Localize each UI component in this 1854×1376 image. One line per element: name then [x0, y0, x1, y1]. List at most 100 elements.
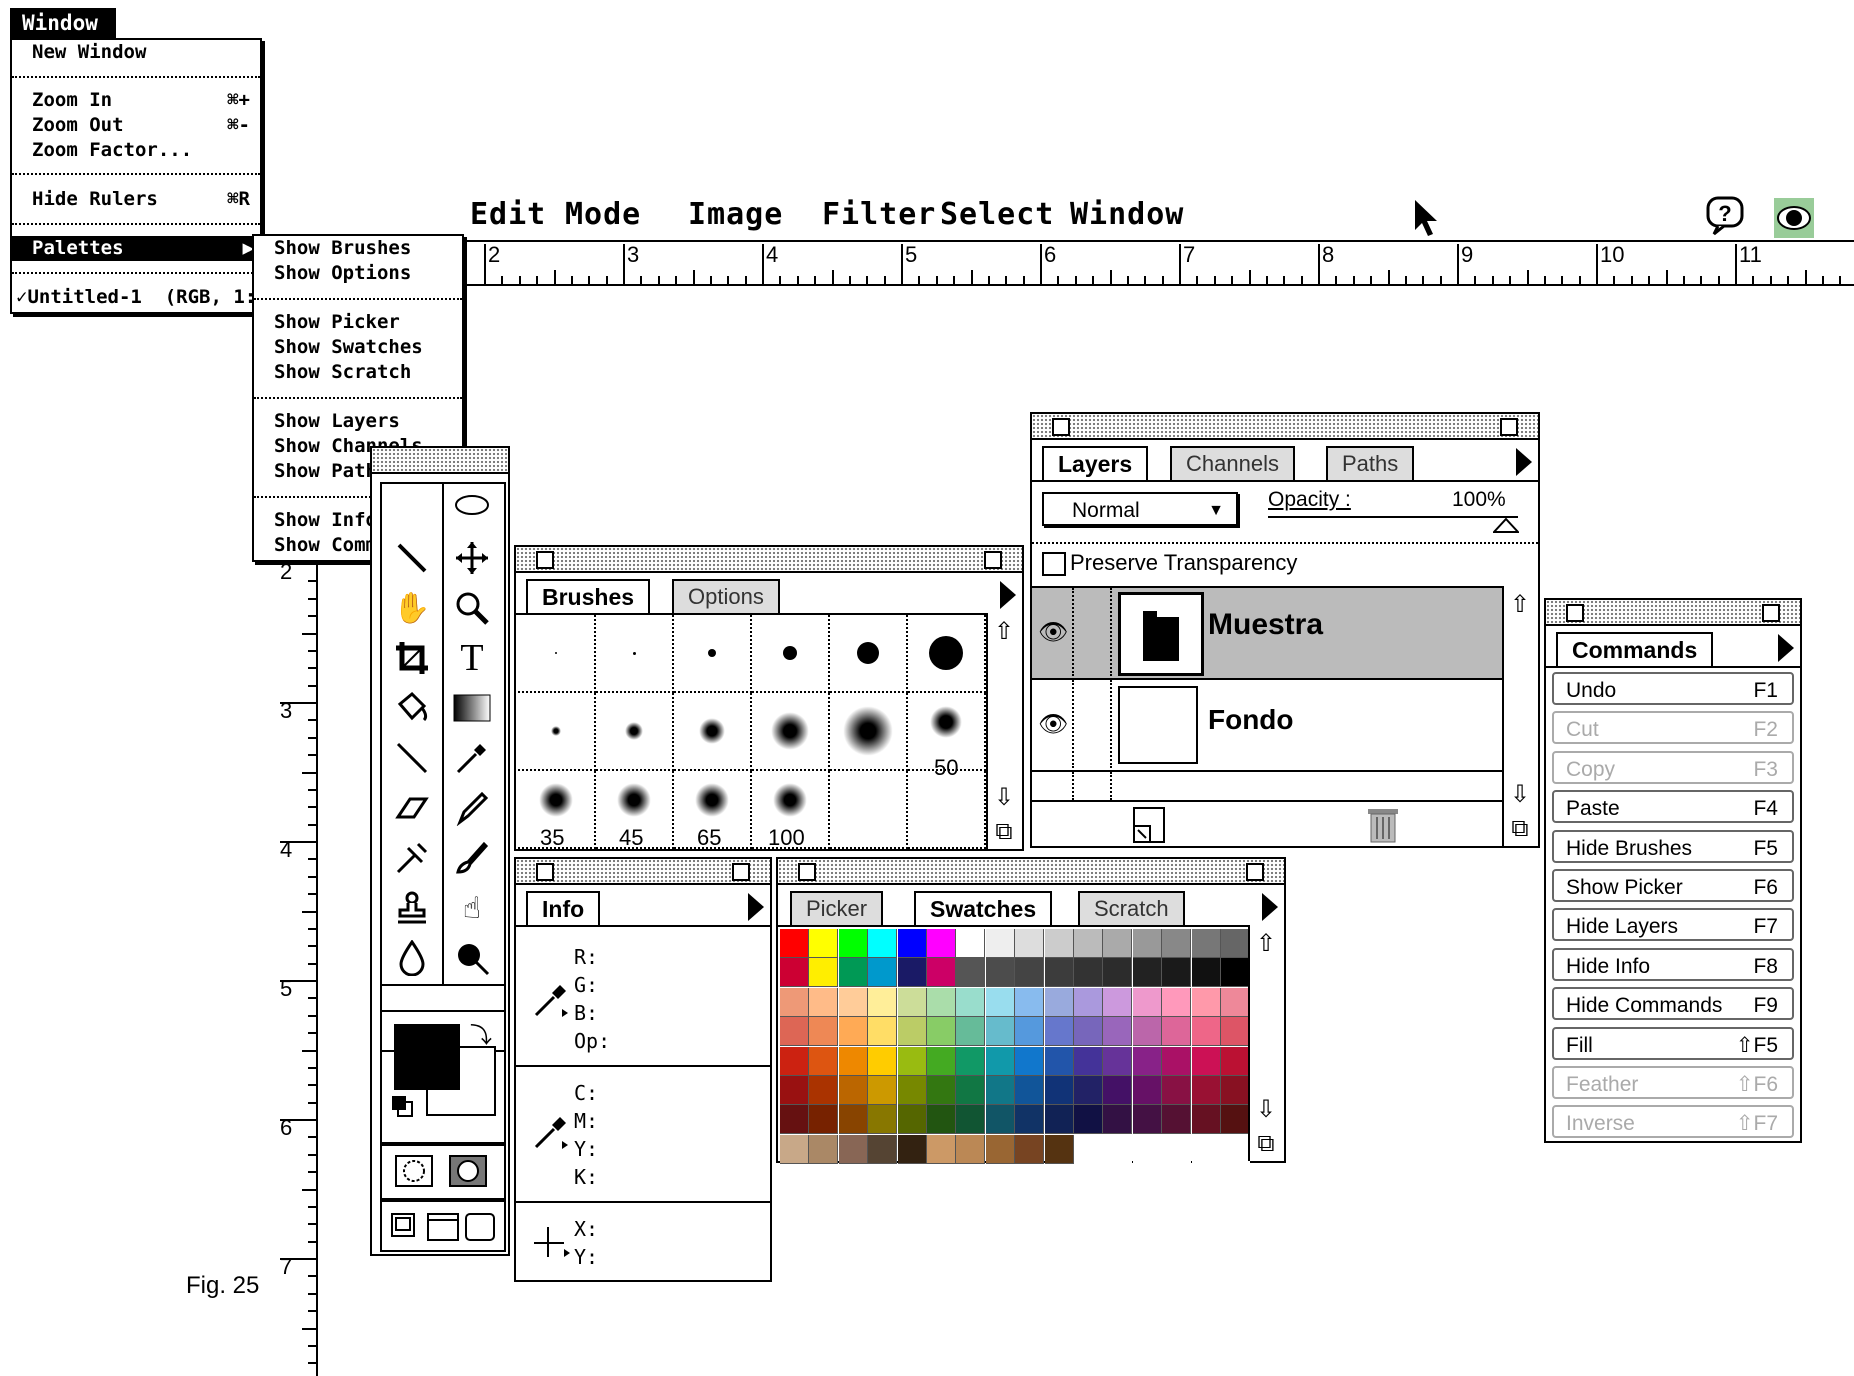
screen-mode-icons[interactable]	[390, 1210, 496, 1248]
color-swatch[interactable]	[809, 1017, 839, 1047]
color-swatch[interactable]	[1015, 929, 1045, 958]
color-swatch[interactable]	[780, 1105, 809, 1135]
brush-cell[interactable]	[674, 693, 752, 771]
color-swatch[interactable]	[985, 929, 1015, 958]
color-swatch[interactable]	[1162, 1105, 1192, 1135]
color-swatch[interactable]	[809, 987, 839, 1017]
blur-tool-icon[interactable]	[386, 934, 438, 982]
commands-titlebar[interactable]	[1546, 600, 1800, 626]
color-swatch[interactable]	[1221, 958, 1250, 988]
hand-tool-icon[interactable]: ✋	[386, 584, 438, 632]
command-button-copy[interactable]: Copy F3	[1552, 750, 1794, 784]
brush-cell[interactable]	[908, 615, 986, 693]
tab-info[interactable]: Info	[526, 891, 601, 925]
standard-mode-icon[interactable]	[394, 1154, 434, 1194]
color-swatch[interactable]	[1074, 1076, 1103, 1105]
color-swatch[interactable]	[985, 1076, 1015, 1105]
palette-menu-arrow-icon[interactable]	[748, 893, 764, 921]
color-swatch[interactable]	[927, 987, 956, 1017]
command-button-undo[interactable]: Undo F1	[1552, 672, 1794, 705]
tab-picker[interactable]: Picker	[790, 891, 884, 925]
color-swatch[interactable]	[897, 1105, 927, 1135]
color-swatch[interactable]	[1162, 1076, 1192, 1105]
help-icon[interactable]: ?	[1706, 196, 1744, 236]
color-swatch[interactable]	[1132, 1134, 1162, 1164]
color-swatch[interactable]	[1191, 929, 1221, 958]
brush-cell[interactable]	[830, 615, 908, 693]
color-swatch[interactable]	[985, 987, 1015, 1017]
color-swatch[interactable]	[1074, 1134, 1103, 1164]
zoom-box-icon[interactable]	[1500, 418, 1518, 436]
brushes-scrollbar[interactable]: ⇧ ⇩ ⧉	[986, 613, 1022, 849]
command-button-fill[interactable]: Fill ⇧F5	[1552, 1026, 1794, 1060]
color-swatch[interactable]	[927, 1046, 956, 1076]
color-swatch[interactable]	[868, 987, 898, 1017]
color-swatch[interactable]	[1103, 987, 1133, 1017]
color-swatch[interactable]	[1162, 958, 1192, 988]
color-swatch[interactable]	[838, 1046, 868, 1076]
zoom-factor-item[interactable]: Zoom Factor...	[12, 138, 260, 163]
eye-visibility-icon[interactable]: 👁	[1038, 710, 1068, 738]
layers-scrollbar[interactable]: ⇧ ⇩ ⧉	[1502, 586, 1538, 846]
color-swatch[interactable]	[780, 1076, 809, 1105]
color-swatch[interactable]	[956, 987, 986, 1017]
menu-image[interactable]: Image	[688, 197, 783, 232]
brush-cell[interactable]	[830, 771, 908, 849]
zoom-out-item[interactable]: Zoom Out ⌘-	[12, 113, 260, 138]
paintbrush-tool-icon[interactable]	[446, 834, 498, 882]
zoom-in-item[interactable]: Zoom In ⌘+	[12, 88, 260, 113]
scroll-down-icon[interactable]: ⇩	[1252, 1095, 1280, 1123]
tab-paths[interactable]: Paths	[1326, 446, 1415, 480]
color-swatch[interactable]	[1044, 987, 1074, 1017]
resize-icon[interactable]: ⧉	[990, 817, 1018, 845]
color-swatch[interactable]	[1132, 958, 1162, 988]
tab-commands[interactable]: Commands	[1556, 632, 1714, 666]
color-swatch[interactable]	[897, 1046, 927, 1076]
color-swatch[interactable]	[868, 1134, 898, 1164]
color-swatch[interactable]	[1221, 1046, 1250, 1076]
color-swatch[interactable]	[897, 1134, 927, 1164]
color-swatch[interactable]	[1044, 929, 1074, 958]
command-button-feather[interactable]: Feather ⇧F6	[1552, 1066, 1794, 1099]
layers-titlebar[interactable]	[1032, 414, 1538, 440]
color-swatch[interactable]	[1191, 987, 1221, 1017]
color-swatch[interactable]	[1044, 1046, 1074, 1076]
menu-filter[interactable]: Filter	[822, 197, 936, 232]
color-swatch[interactable]	[1103, 1017, 1133, 1047]
color-swatch[interactable]	[1044, 958, 1074, 988]
swap-colors-icon[interactable]: ⤵	[470, 1018, 492, 1050]
paint-bucket-tool-icon[interactable]	[386, 684, 438, 732]
color-swatch[interactable]	[1015, 1076, 1045, 1105]
color-swatch[interactable]	[1074, 1105, 1103, 1135]
color-swatch[interactable]	[956, 958, 986, 988]
palette-menu-arrow-icon[interactable]	[1516, 448, 1532, 476]
rubber-stamp-tool-icon[interactable]	[386, 884, 438, 932]
scroll-down-icon[interactable]: ⇩	[990, 783, 1018, 811]
color-swatch[interactable]	[1132, 1076, 1162, 1105]
color-swatch[interactable]	[780, 1134, 809, 1164]
color-swatch[interactable]	[985, 958, 1015, 988]
color-swatch[interactable]	[780, 1017, 809, 1047]
color-swatch[interactable]	[1162, 1017, 1192, 1047]
lasso-tool-icon[interactable]	[446, 484, 498, 532]
quick-mask-icon[interactable]	[448, 1154, 488, 1194]
zoom-box-icon[interactable]	[1246, 863, 1264, 881]
hide-rulers-item[interactable]: Hide Rulers ⌘R	[12, 187, 260, 212]
color-swatch[interactable]	[809, 958, 839, 988]
color-swatch[interactable]	[868, 1076, 898, 1105]
color-swatch[interactable]	[956, 1134, 986, 1164]
color-swatch[interactable]	[1132, 929, 1162, 958]
brush-cell[interactable]	[752, 615, 830, 693]
color-swatch[interactable]	[868, 1105, 898, 1135]
color-swatch[interactable]	[1162, 929, 1192, 958]
color-swatch[interactable]	[1221, 929, 1250, 958]
blend-mode-select[interactable]: Normal ▼	[1042, 492, 1238, 526]
brush-cell[interactable]	[674, 615, 752, 693]
tab-brushes[interactable]: Brushes	[526, 579, 651, 613]
color-swatch[interactable]	[1132, 1105, 1162, 1135]
color-swatch[interactable]	[838, 1105, 868, 1135]
color-swatch[interactable]	[838, 987, 868, 1017]
close-box-icon[interactable]	[536, 551, 554, 569]
color-swatch[interactable]	[780, 987, 809, 1017]
line-tool-icon[interactable]	[386, 734, 438, 782]
